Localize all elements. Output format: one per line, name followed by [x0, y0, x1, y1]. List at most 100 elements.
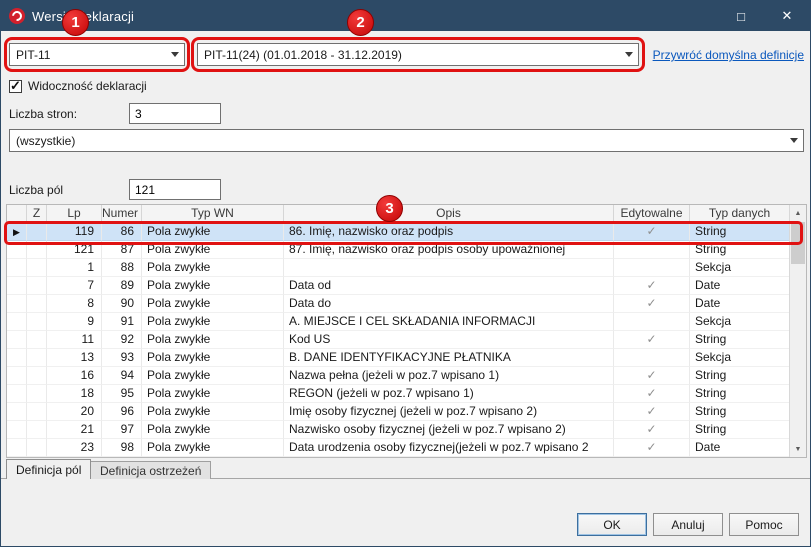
- table-row[interactable]: 18 95 Pola zwykłe REGON (jeżeli w poz.7 …: [7, 385, 789, 403]
- fields-table: Z Lp Numer▲ Typ WN Opis Edytowalne Typ d…: [6, 204, 807, 458]
- row-selector-cell: [7, 277, 27, 295]
- cell-numer: 88: [102, 259, 142, 277]
- cell-typ-danych: String: [690, 385, 789, 403]
- cell-opis: REGON (jeżeli w poz.7 wpisano 1): [284, 385, 614, 403]
- cell-edytowalne: ✓: [614, 223, 690, 241]
- chevron-down-icon: [620, 44, 638, 65]
- cell-lp: 23: [47, 439, 102, 457]
- header-cell-lp[interactable]: Lp: [47, 205, 102, 223]
- cell-opis: Nazwa pełna (jeżeli w poz.7 wpisano 1): [284, 367, 614, 385]
- cell-typ-danych: String: [690, 223, 789, 241]
- cancel-button[interactable]: Anuluj: [653, 513, 723, 536]
- close-button[interactable]: ✕: [764, 1, 810, 31]
- cell-z: [27, 403, 47, 421]
- cell-typ-wn: Pola zwykłe: [142, 313, 284, 331]
- cell-typ-danych: String: [690, 403, 789, 421]
- table-row[interactable]: 121 87 Pola zwykłe 87. Imię, nazwisko or…: [7, 241, 789, 259]
- cell-edytowalne: ✓: [614, 277, 690, 295]
- header-cell-z[interactable]: Z: [27, 205, 47, 223]
- row-selector-cell: [7, 295, 27, 313]
- scroll-up-icon[interactable]: ▲: [790, 205, 806, 221]
- row-selector-cell: [7, 439, 27, 457]
- visibility-checkbox-label: Widoczność deklaracji: [28, 79, 147, 93]
- table-row[interactable]: 9 91 Pola zwykłe A. MIEJSCE I CEL SKŁADA…: [7, 313, 789, 331]
- cell-typ-danych: Date: [690, 439, 789, 457]
- ok-button[interactable]: OK: [577, 513, 647, 536]
- fields-count-input[interactable]: [129, 179, 221, 200]
- header-numer-label: Numer: [102, 206, 138, 220]
- header-cell-typ-danych[interactable]: Typ danych: [690, 205, 789, 223]
- cell-typ-wn: Pola zwykłe: [142, 259, 284, 277]
- cell-z: [27, 439, 47, 457]
- cell-edytowalne: [614, 241, 690, 259]
- dialog-wersje-deklaracji: Wersje deklaracji □ ✕ PIT-11 PIT-11(24) …: [0, 0, 811, 547]
- version-select[interactable]: PIT-11(24) (01.01.2018 - 31.12.2019): [197, 43, 639, 66]
- cell-opis: [284, 259, 614, 277]
- cell-numer: 92: [102, 331, 142, 349]
- cell-z: [27, 259, 47, 277]
- cell-z: [27, 295, 47, 313]
- header-cell-typ-wn[interactable]: Typ WN: [142, 205, 284, 223]
- cell-lp: 119: [47, 223, 102, 241]
- filter-select[interactable]: (wszystkie): [9, 129, 804, 152]
- table-row[interactable]: 11 92 Pola zwykłe Kod US ✓ String: [7, 331, 789, 349]
- cell-typ-danych: String: [690, 367, 789, 385]
- cell-edytowalne: ✓: [614, 421, 690, 439]
- help-button[interactable]: Pomoc: [729, 513, 799, 536]
- cell-opis: A. MIEJSCE I CEL SKŁADANIA INFORMACJI: [284, 313, 614, 331]
- pages-count-input[interactable]: [129, 103, 221, 124]
- cell-lp: 13: [47, 349, 102, 367]
- cell-typ-wn: Pola zwykłe: [142, 241, 284, 259]
- scroll-down-icon[interactable]: ▼: [790, 441, 806, 457]
- header-cell-opis[interactable]: Opis: [284, 205, 614, 223]
- table-row[interactable]: 23 98 Pola zwykłe Data urodzenia osoby f…: [7, 439, 789, 457]
- table-row[interactable]: ▶ 119 86 Pola zwykłe 86. Imię, nazwisko …: [7, 223, 789, 241]
- maximize-button[interactable]: □: [718, 1, 764, 31]
- titlebar: Wersje deklaracji □ ✕: [1, 1, 810, 31]
- cell-typ-danych: Sekcja: [690, 259, 789, 277]
- close-icon: ✕: [782, 8, 793, 24]
- cell-typ-wn: Pola zwykłe: [142, 367, 284, 385]
- cell-typ-wn: Pola zwykłe: [142, 223, 284, 241]
- tab-definicja-ostrzezen[interactable]: Definicja ostrzeżeń: [90, 461, 211, 479]
- form-select[interactable]: PIT-11: [9, 43, 185, 66]
- visibility-checkbox-row[interactable]: ✓ Widoczność deklaracji: [9, 79, 147, 93]
- table-row[interactable]: 16 94 Pola zwykłe Nazwa pełna (jeżeli w …: [7, 367, 789, 385]
- table-header-row: Z Lp Numer▲ Typ WN Opis Edytowalne Typ d…: [7, 205, 789, 223]
- table-row[interactable]: 20 96 Pola zwykłe Imię osoby fizycznej (…: [7, 403, 789, 421]
- restore-default-link[interactable]: Przywróć domyślna definicje: [653, 48, 804, 62]
- cell-typ-danych: Sekcja: [690, 349, 789, 367]
- cell-typ-wn: Pola zwykłe: [142, 349, 284, 367]
- cell-z: [27, 349, 47, 367]
- cell-z: [27, 331, 47, 349]
- table-row[interactable]: 7 89 Pola zwykłe Data od ✓ Date: [7, 277, 789, 295]
- scrollbar-thumb[interactable]: [791, 222, 805, 264]
- cell-edytowalne: [614, 313, 690, 331]
- cell-numer: 86: [102, 223, 142, 241]
- visibility-checkbox[interactable]: ✓: [9, 80, 22, 93]
- window-title: Wersje deklaracji: [32, 9, 134, 24]
- tab-definicja-pol[interactable]: Definicja pól: [6, 459, 91, 479]
- cell-z: [27, 385, 47, 403]
- header-cell-numer[interactable]: Numer▲: [102, 205, 142, 223]
- table-row[interactable]: 8 90 Pola zwykłe Data do ✓ Date: [7, 295, 789, 313]
- cell-lp: 16: [47, 367, 102, 385]
- cell-lp: 21: [47, 421, 102, 439]
- cell-z: [27, 277, 47, 295]
- table-row[interactable]: 13 93 Pola zwykłe B. DANE IDENTYFIKACYJN…: [7, 349, 789, 367]
- cell-lp: 11: [47, 331, 102, 349]
- table-scrollbar[interactable]: ▲ ▼: [789, 205, 806, 457]
- table-row[interactable]: 1 88 Pola zwykłe Sekcja: [7, 259, 789, 277]
- header-cell-edytowalne[interactable]: Edytowalne: [614, 205, 690, 223]
- cell-typ-wn: Pola zwykłe: [142, 439, 284, 457]
- filter-select-value: (wszystkie): [10, 134, 785, 148]
- cell-lp: 9: [47, 313, 102, 331]
- row-selector-cell: [7, 313, 27, 331]
- cell-edytowalne: [614, 259, 690, 277]
- table-main: Z Lp Numer▲ Typ WN Opis Edytowalne Typ d…: [7, 205, 789, 457]
- checkbox-check-icon: ✓: [10, 78, 21, 94]
- cell-typ-wn: Pola zwykłe: [142, 295, 284, 313]
- form-select-value: PIT-11: [10, 48, 166, 62]
- cell-edytowalne: ✓: [614, 403, 690, 421]
- table-row[interactable]: 21 97 Pola zwykłe Nazwisko osoby fizyczn…: [7, 421, 789, 439]
